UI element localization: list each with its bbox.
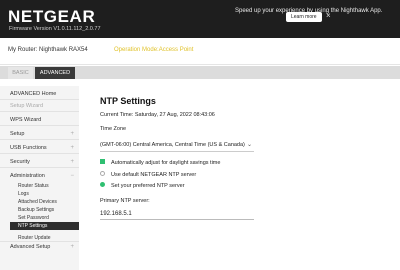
sidebar-subitem-ntp-settings[interactable]: NTP Settings bbox=[18, 223, 47, 229]
dst-label: Automatically adjust for daylight saving… bbox=[111, 160, 221, 166]
chevron-down-icon: ⌄ bbox=[246, 142, 252, 148]
netgear-logo: NETGEAR bbox=[8, 7, 96, 26]
sidebar-item-label: Advanced Setup bbox=[10, 244, 51, 250]
sidebar-subitem-set-password[interactable]: Set Password bbox=[18, 215, 49, 221]
plus-icon: + bbox=[70, 145, 74, 151]
radio-unselected-icon[interactable] bbox=[100, 171, 105, 177]
sidebar-item-label: Administration bbox=[10, 173, 45, 179]
default-ntp-radio-row[interactable]: Use default NETGEAR NTP server bbox=[100, 171, 196, 179]
preferred-ntp-label: Set your preferred NTP server bbox=[111, 183, 185, 189]
router-name: My Router: Nighthawk RAX54 bbox=[8, 47, 88, 53]
preferred-ntp-radio-row[interactable]: Set your preferred NTP server bbox=[100, 182, 185, 190]
dst-checkbox-row[interactable]: Automatically adjust for daylight saving… bbox=[100, 159, 220, 167]
plus-icon: + bbox=[70, 159, 74, 165]
close-icon[interactable]: × bbox=[326, 11, 331, 20]
sidebar-item-label: USB Functions bbox=[10, 145, 47, 151]
default-ntp-label: Use default NETGEAR NTP server bbox=[111, 172, 197, 178]
minus-icon: − bbox=[70, 173, 74, 179]
primary-ntp-label: Primary NTP server: bbox=[100, 198, 150, 204]
operation-mode: Operation Mode:Access Point bbox=[114, 47, 194, 53]
timezone-value: (GMT-06:00) Central America, Central Tim… bbox=[100, 142, 245, 148]
sidebar-subitem-router-status[interactable]: Router Status bbox=[18, 183, 49, 189]
sidebar-item-label: Setup Wizard bbox=[10, 103, 44, 109]
sidebar-item-setup-wizard[interactable]: Setup Wizard bbox=[0, 100, 79, 112]
primary-ntp-input[interactable]: 192.168.5.1 bbox=[100, 208, 254, 220]
sidebar-item-label: WPS Wizard bbox=[10, 117, 42, 123]
timezone-label: Time Zone bbox=[100, 126, 127, 132]
tab-advanced[interactable]: ADVANCED bbox=[35, 67, 75, 79]
sidebar-item-advanced-home[interactable]: ADVANCED Home bbox=[0, 88, 79, 100]
timezone-select[interactable]: (GMT-06:00) Central America, Central Tim… bbox=[100, 139, 254, 152]
tab-basic[interactable]: BASIC bbox=[8, 67, 33, 79]
page-title: NTP Settings bbox=[100, 96, 156, 106]
sidebar-item-label: ADVANCED Home bbox=[10, 91, 57, 97]
sidebar-item-wps-wizard[interactable]: WPS Wizard bbox=[0, 114, 79, 126]
sidebar-subitem-logs[interactable]: Logs bbox=[18, 191, 29, 197]
sidebar-item-setup[interactable]: Setup + bbox=[0, 128, 79, 140]
sidebar-item-label: Security bbox=[10, 159, 30, 165]
radio-selected-icon[interactable] bbox=[100, 182, 105, 188]
sidebar-item-label: Setup bbox=[10, 131, 25, 137]
sidebar-item-administration[interactable]: Administration − bbox=[0, 170, 79, 182]
sidebar-subitem-backup-settings[interactable]: Backup Settings bbox=[18, 207, 54, 213]
sidebar-item-usb-functions[interactable]: USB Functions + bbox=[0, 142, 79, 154]
sidebar-item-advanced-setup[interactable]: Advanced Setup + bbox=[0, 241, 79, 252]
sidebar-item-security[interactable]: Security + bbox=[0, 156, 79, 168]
sidebar-subitem-attached-devices[interactable]: Attached Devices bbox=[18, 199, 57, 205]
firmware-version: Firmware Version V1.0.11.112_2.0.77 bbox=[9, 26, 101, 32]
learn-more-button[interactable]: Learn more bbox=[286, 12, 322, 22]
checkbox-checked-icon[interactable] bbox=[100, 159, 105, 165]
current-time: Current Time: Saturday, 27 Aug, 2022 08:… bbox=[100, 112, 215, 118]
plus-icon: + bbox=[70, 244, 74, 250]
plus-icon: + bbox=[70, 131, 74, 137]
